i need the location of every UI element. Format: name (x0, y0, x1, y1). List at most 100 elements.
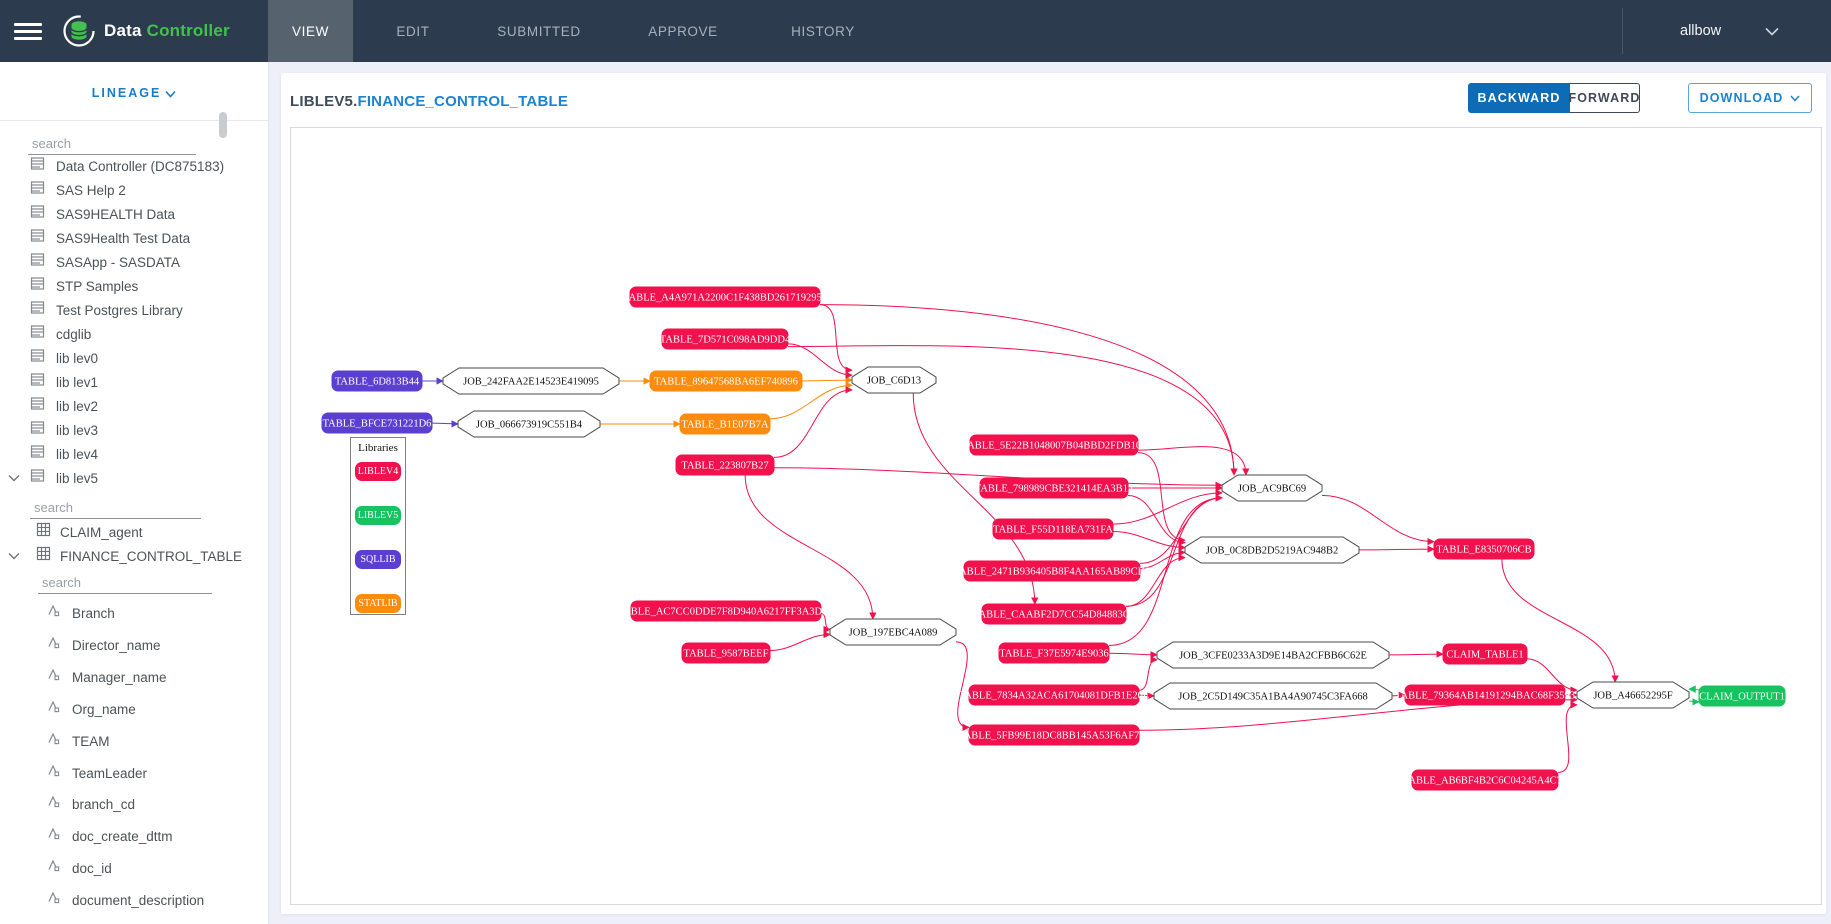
user-menu[interactable]: allbow (1680, 0, 1779, 62)
sidebar-item-library[interactable]: SAS9HEALTH Data (0, 202, 268, 226)
lineage-edge (1558, 705, 1577, 773)
table-node-TABLE_79364AB14191294BAC68F3593[interactable]: TABLE_79364AB14191294BAC68F3593 (1395, 685, 1575, 705)
legend-entry: SQLLIB (355, 550, 401, 569)
tab-approve[interactable]: APPROVE (605, 0, 761, 62)
username: allbow (1680, 23, 1721, 39)
job-node-JOB_3CFE0233A3D9E14BA2CFBB6C62E[interactable]: JOB_3CFE0233A3D9E14BA2CFBB6C62E (1157, 642, 1389, 668)
table-node-TABLE_6D813B44[interactable]: TABLE_6D813B44 (332, 371, 422, 391)
sidebar-item-library[interactable]: cdglib (0, 322, 268, 346)
legend-entry: STATLIB (355, 594, 401, 613)
sidebar-item-library[interactable]: lib lev0 (0, 346, 268, 370)
table-node-TABLE_F55D118EA731FA[interactable]: TABLE_F55D118EA731FA (993, 519, 1113, 539)
table-node-TABLE_CAABF2D7CC54D84883C1[interactable]: TABLE_CAABF2D7CC54D84883C1 (973, 604, 1135, 624)
svg-text:TABLE_6D813B44: TABLE_6D813B44 (335, 377, 420, 388)
sidebar-item-library[interactable]: lib lev2 (0, 394, 268, 418)
sidebar-item-library[interactable]: lib lev3 (0, 418, 268, 442)
table-node-TABLE_7D571C098AD9DD4[interactable]: TABLE_7D571C098AD9DD4 (660, 329, 791, 349)
sidebar-item-column[interactable]: Director_name (0, 633, 268, 657)
table-node-CLAIM_OUTPUT1[interactable]: CLAIM_OUTPUT1 (1699, 686, 1785, 706)
sidebar-item-column[interactable]: TeamLeader (0, 761, 268, 785)
lineage-edge (745, 475, 873, 619)
svg-text:TABLE_AB6BF4B2C6C04245A4C76: TABLE_AB6BF4B2C6C04245A4C76 (1403, 776, 1567, 787)
table-node-TABLE_5FB99E18DC8BB145A53F6AF746[interactable]: TABLE_5FB99E18DC8BB145A53F6AF746 (958, 725, 1150, 745)
job-node-JOB_AC9BC69[interactable]: JOB_AC9BC69 (1222, 475, 1322, 501)
tab-view[interactable]: VIEW (268, 0, 353, 62)
table-node-TABLE_B1E07B7A[interactable]: TABLE_B1E07B7A (680, 414, 770, 434)
sidebar-item-column[interactable]: TEAM (0, 729, 268, 753)
backward-button[interactable]: BACKWARD (1468, 83, 1570, 113)
svg-text:TABLE_A4A971A2200C1F438BD26171: TABLE_A4A971A2200C1F438BD2617192956 (623, 293, 827, 304)
sidebar-item-column[interactable]: branch_cd (0, 792, 268, 816)
sidebar-item-library[interactable]: lib lev1 (0, 370, 268, 394)
table-node-TABLE_89647568BA6EF740896[interactable]: TABLE_89647568BA6EF740896 (650, 371, 802, 391)
table-node-TABLE_F37E5974E9036[interactable]: TABLE_F37E5974E9036 (999, 643, 1109, 663)
job-node-JOB_197EBC4A089[interactable]: JOB_197EBC4A089 (830, 619, 956, 645)
sidebar-item-column[interactable]: doc_id (0, 856, 268, 880)
lineage-edge (1389, 654, 1443, 655)
table-node-TABLE_A4A971A2200C1F438BD2617192956[interactable]: TABLE_A4A971A2200C1F438BD2617192956 (623, 287, 827, 307)
library-icon (30, 276, 45, 291)
table-node-TABLE_223807B27[interactable]: TABLE_223807B27 (676, 455, 774, 475)
sidebar-item-table[interactable]: FINANCE_CONTROL_TABLE (0, 544, 268, 568)
legend: Libraries LIBLEV4LIBLEV5SQLLIBSTATLIB (350, 437, 406, 615)
sidebar-item-column[interactable]: Manager_name (0, 665, 268, 689)
sidebar-item-library[interactable]: STP Samples (0, 274, 268, 298)
sidebar-item-library[interactable]: Test Postgres Library (0, 298, 268, 322)
table-node-TABLE_5E22B1048007B04BBD2FDB100[interactable]: TABLE_5E22B1048007B04BBD2FDB100 (962, 435, 1147, 455)
table-node-TABLE_E8350706CB[interactable]: TABLE_E8350706CB (1434, 539, 1534, 559)
table-search-input[interactable] (30, 496, 201, 519)
svg-text:TABLE_B1E07B7A: TABLE_B1E07B7A (681, 420, 769, 431)
svg-text:TABLE_798989CBE321414EA3B12: TABLE_798989CBE321414EA3B12 (975, 484, 1133, 495)
lineage-edge (802, 380, 852, 381)
table-node-TABLE_AB6BF4B2C6C04245A4C76[interactable]: TABLE_AB6BF4B2C6C04245A4C76 (1403, 770, 1567, 790)
sidebar-item-library[interactable]: SASApp - SASDATA (0, 250, 268, 274)
sidebar-item-column[interactable]: Org_name (0, 697, 268, 721)
lineage-edge (1359, 549, 1434, 550)
tab-history[interactable]: HISTORY (761, 0, 885, 62)
sidebar-item-library[interactable]: SAS Help 2 (0, 178, 268, 202)
table-node-TABLE_2471B936405B8F4AA165AB89CD9[interactable]: TABLE_2471B936405B8F4AA165AB89CD9 (954, 561, 1151, 581)
svg-text:JOB_0C8DB2D5219AC948B2: JOB_0C8DB2D5219AC948B2 (1206, 546, 1338, 557)
page-title: LIBLEV5.FINANCE_CONTROL_TABLE (290, 93, 568, 110)
job-node-JOB_A46652295F[interactable]: JOB_A46652295F (1577, 682, 1689, 708)
table-node-TABLE_7834A32ACA61704081DFB1E20E[interactable]: TABLE_7834A32ACA61704081DFB1E20E (959, 685, 1150, 705)
library-icon (30, 228, 45, 243)
job-node-JOB_242FAA2E14523E419095[interactable]: JOB_242FAA2E14523E419095 (443, 368, 619, 394)
sidebar-item-library[interactable]: lib lev5 (0, 466, 268, 490)
table-node-TABLE_798989CBE321414EA3B12[interactable]: TABLE_798989CBE321414EA3B12 (975, 478, 1133, 498)
tab-submitted[interactable]: SUBMITTED (473, 0, 605, 62)
job-node-JOB_2C5D149C35A1BA4A90745C3FA668[interactable]: JOB_2C5D149C35A1BA4A90745C3FA668 (1154, 683, 1392, 709)
job-node-JOB_C6D13[interactable]: JOB_C6D13 (852, 367, 936, 393)
job-node-JOB_0C8DB2D5219AC948B2[interactable]: JOB_0C8DB2D5219AC948B2 (1185, 537, 1359, 563)
hamburger-menu-icon[interactable] (14, 19, 42, 43)
download-button[interactable]: DOWNLOAD (1688, 83, 1812, 113)
sidebar-item-library[interactable]: lib lev4 (0, 442, 268, 466)
table-icon (36, 522, 51, 537)
library-search-input[interactable] (28, 132, 196, 155)
svg-text:TABLE_7D571C098AD9DD4: TABLE_7D571C098AD9DD4 (660, 335, 791, 346)
svg-text:TABLE_223807B27: TABLE_223807B27 (681, 461, 768, 472)
mode-selector-lineage[interactable]: LINEAGE (0, 86, 268, 100)
table-node-TABLE_BFCE731221D6[interactable]: TABLE_BFCE731221D6 (322, 413, 432, 433)
tab-edit[interactable]: EDIT (353, 0, 473, 62)
sidebar-scrollbar[interactable] (219, 112, 227, 138)
legend-entry: LIBLEV4 (355, 462, 401, 481)
forward-button[interactable]: FORWARD (1570, 83, 1640, 113)
character-column-icon (46, 731, 61, 746)
lineage-edge (1689, 701, 1699, 702)
table-node-TABLE_9587BEEF[interactable]: TABLE_9587BEEF (682, 643, 770, 663)
svg-text:JOB_066673919C551B4: JOB_066673919C551B4 (476, 420, 583, 431)
svg-text:JOB_197EBC4A089: JOB_197EBC4A089 (849, 628, 938, 639)
sidebar-item-column[interactable]: document_description (0, 888, 268, 912)
column-search-input[interactable] (38, 571, 212, 594)
lineage-edge (1689, 689, 1699, 690)
sidebar-item-table[interactable]: CLAIM_agent (0, 520, 268, 544)
job-node-JOB_066673919C551B4[interactable]: JOB_066673919C551B4 (458, 411, 600, 437)
table-node-TABLE_AC7CC0DDE7F8D940A6217FF3A3D8C[interactable]: TABLE_AC7CC0DDE7F8D940A6217FF3A3D8C (618, 601, 835, 621)
library-icon (30, 348, 45, 363)
sidebar-item-library[interactable]: Data Controller (DC875183) (0, 154, 268, 178)
sidebar-item-library[interactable]: SAS9Health Test Data (0, 226, 268, 250)
sidebar-item-column[interactable]: Branch (0, 601, 268, 625)
table-node-CLAIM_TABLE1[interactable]: CLAIM_TABLE1 (1443, 644, 1527, 664)
sidebar-item-column[interactable]: doc_create_dttm (0, 824, 268, 848)
